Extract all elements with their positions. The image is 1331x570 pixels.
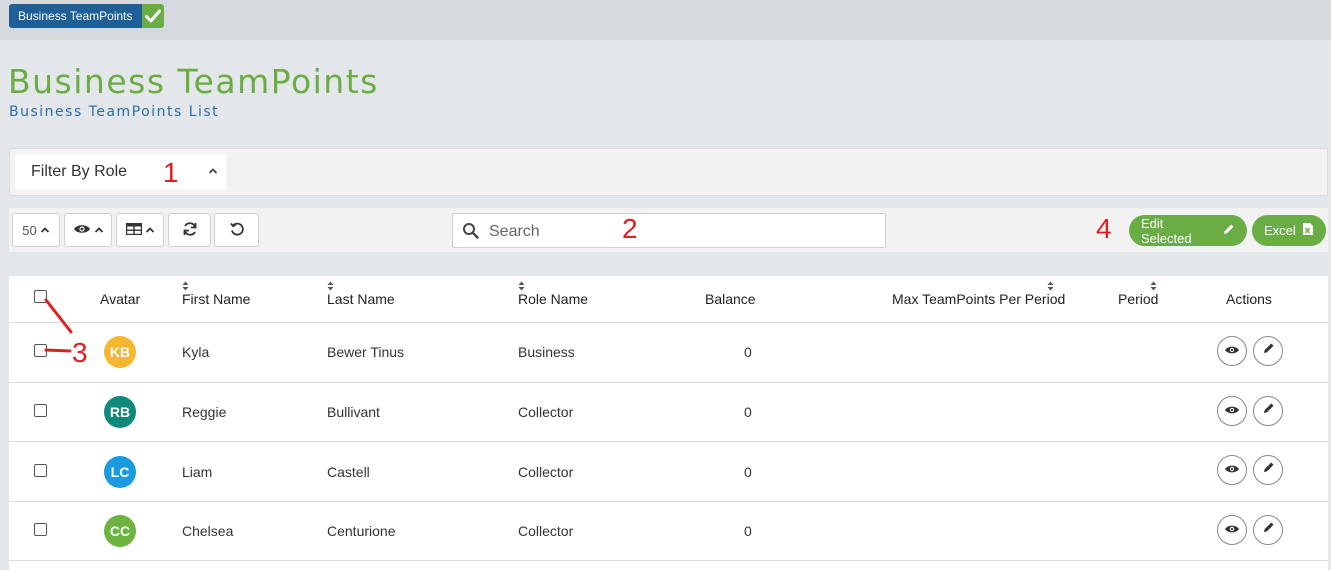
annotation-3-pointers [44,298,73,353]
annotation-3: 3 [72,337,88,368]
